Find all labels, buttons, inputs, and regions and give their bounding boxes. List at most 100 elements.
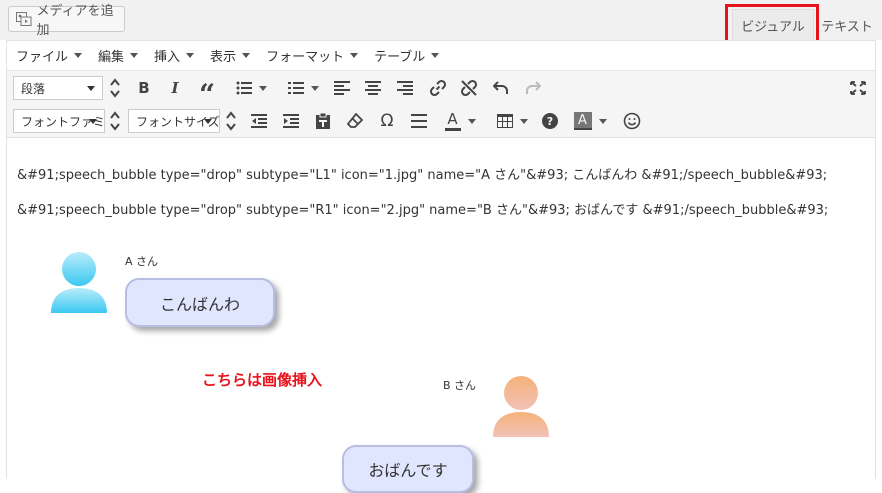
help-icon: ? bbox=[542, 113, 558, 129]
speech-bubble-b: おばんです bbox=[342, 445, 474, 493]
media-icon bbox=[16, 12, 32, 26]
menu-format-label: フォーマット bbox=[266, 50, 345, 65]
format-select[interactable]: 段落 bbox=[13, 76, 103, 100]
menu-file-label: ファイル bbox=[16, 50, 69, 65]
chevron-down-icon bbox=[258, 85, 267, 91]
fullscreen-icon bbox=[850, 81, 866, 95]
align-center-button[interactable] bbox=[363, 76, 383, 100]
tinymce-editor: ファイル 編集 挿入 表示 フォーマット テーブル 段落 B I “ フォントフ… bbox=[6, 40, 876, 493]
redo-button[interactable] bbox=[522, 76, 544, 100]
align-center-icon bbox=[365, 81, 381, 95]
toolbar-row-1: 段落 B I “ bbox=[7, 71, 875, 111]
background-color-button[interactable]: A bbox=[570, 109, 610, 133]
background-color-icon: A bbox=[573, 112, 592, 130]
clear-format-icon bbox=[347, 113, 363, 128]
menu-edit[interactable]: 編集 bbox=[90, 46, 146, 65]
shortcode-line-1: &#91;speech_bubble type="drop" subtype="… bbox=[17, 168, 828, 183]
horizontal-rule-button[interactable] bbox=[408, 109, 430, 133]
special-char-icon: Ω bbox=[380, 111, 394, 131]
font-family-select[interactable]: フォントファミリー bbox=[13, 109, 105, 133]
bold-icon: B bbox=[138, 79, 150, 97]
chevron-down-icon bbox=[89, 119, 97, 124]
chevron-down-icon bbox=[242, 53, 251, 58]
menu-table[interactable]: テーブル bbox=[366, 46, 447, 65]
redo-icon bbox=[526, 81, 541, 94]
chevron-down-icon bbox=[204, 119, 212, 124]
italic-icon: I bbox=[171, 79, 179, 97]
speaker-a-name: A さん bbox=[125, 255, 159, 268]
bullet-list-button[interactable] bbox=[231, 76, 271, 100]
speaker-b-name: B さん bbox=[443, 379, 477, 392]
indent-icon bbox=[283, 114, 299, 128]
editor-content[interactable]: &#91;speech_bubble type="drop" subtype="… bbox=[7, 138, 875, 493]
format-select-value: 段落 bbox=[21, 81, 46, 96]
font-size-select[interactable]: フォントサイズ bbox=[128, 109, 220, 133]
unlink-icon bbox=[460, 79, 478, 97]
chevron-down-icon bbox=[310, 85, 319, 91]
shortcode-line-2: &#91;speech_bubble type="drop" subtype="… bbox=[17, 203, 829, 218]
text-color-icon: A bbox=[447, 109, 458, 128]
align-right-icon bbox=[397, 81, 413, 95]
avatar-b-icon bbox=[493, 376, 549, 437]
menu-view-label: 表示 bbox=[210, 50, 237, 65]
chevron-down-icon bbox=[74, 53, 83, 58]
italic-button[interactable]: I bbox=[165, 76, 185, 100]
fullscreen-button[interactable] bbox=[847, 76, 869, 100]
table-button[interactable] bbox=[492, 109, 532, 133]
menu-edit-label: 編集 bbox=[98, 50, 125, 65]
menu-format[interactable]: フォーマット bbox=[258, 46, 366, 65]
indent-button[interactable] bbox=[280, 109, 302, 133]
horizontal-rule-icon bbox=[411, 114, 427, 128]
menu-view[interactable]: 表示 bbox=[202, 46, 258, 65]
numbered-list-button[interactable] bbox=[283, 76, 323, 100]
speech-bubble-a: こんばんわ bbox=[125, 278, 275, 327]
outdent-button[interactable] bbox=[248, 109, 270, 133]
emoticon-icon bbox=[623, 112, 641, 130]
bold-button[interactable]: B bbox=[134, 76, 154, 100]
help-glyph: ? bbox=[546, 114, 554, 128]
link-icon bbox=[429, 79, 447, 97]
align-right-button[interactable] bbox=[395, 76, 415, 100]
spin-arrows-icon[interactable] bbox=[108, 76, 122, 100]
editor-menubar: ファイル 編集 挿入 表示 フォーマット テーブル bbox=[7, 41, 875, 71]
toolbar-row-2: フォントファミリー フォントサイズ Ω A bbox=[7, 104, 875, 138]
blockquote-button[interactable]: “ bbox=[197, 76, 217, 111]
chevron-down-icon bbox=[598, 118, 607, 124]
numbered-list-icon bbox=[287, 82, 304, 94]
undo-icon bbox=[493, 81, 508, 94]
menu-file[interactable]: ファイル bbox=[7, 46, 90, 65]
add-media-button[interactable]: メディアを追加 bbox=[8, 4, 125, 38]
clear-format-button[interactable] bbox=[344, 109, 366, 133]
tab-visual[interactable]: ビジュアル bbox=[732, 9, 814, 41]
special-char-button[interactable]: Ω bbox=[376, 109, 398, 133]
text-color-swatch bbox=[444, 127, 461, 131]
table-icon bbox=[496, 114, 513, 128]
menu-insert[interactable]: 挿入 bbox=[146, 46, 202, 65]
bullet-list-icon bbox=[236, 81, 252, 95]
help-button[interactable]: ? bbox=[539, 109, 561, 133]
background-color-glyph: A bbox=[578, 112, 587, 128]
spin-arrows-icon[interactable] bbox=[224, 109, 238, 133]
chevron-down-icon bbox=[130, 53, 139, 58]
unlink-button[interactable] bbox=[458, 76, 480, 100]
paste-text-icon bbox=[316, 113, 330, 129]
insert-link-button[interactable] bbox=[427, 76, 449, 100]
tab-text[interactable]: テキスト bbox=[817, 9, 877, 41]
chevron-down-icon bbox=[519, 118, 528, 124]
text-color-button[interactable]: A bbox=[440, 109, 480, 133]
annotation-label: こちらは画像挿入 bbox=[202, 371, 323, 389]
paste-text-button[interactable] bbox=[312, 109, 334, 133]
outdent-icon bbox=[251, 114, 267, 128]
chevron-down-icon bbox=[350, 53, 359, 58]
menu-table-label: テーブル bbox=[374, 50, 426, 65]
menu-insert-label: 挿入 bbox=[154, 50, 181, 65]
emoticon-button[interactable] bbox=[621, 109, 643, 133]
add-media-label: メディアを追加 bbox=[36, 4, 114, 38]
avatar-a-icon bbox=[51, 252, 107, 313]
undo-button[interactable] bbox=[490, 76, 512, 100]
chevron-down-icon bbox=[467, 118, 476, 124]
chevron-down-icon bbox=[186, 53, 195, 58]
spin-arrows-icon[interactable] bbox=[108, 109, 122, 133]
align-left-icon bbox=[334, 81, 350, 95]
align-left-button[interactable] bbox=[332, 76, 352, 100]
